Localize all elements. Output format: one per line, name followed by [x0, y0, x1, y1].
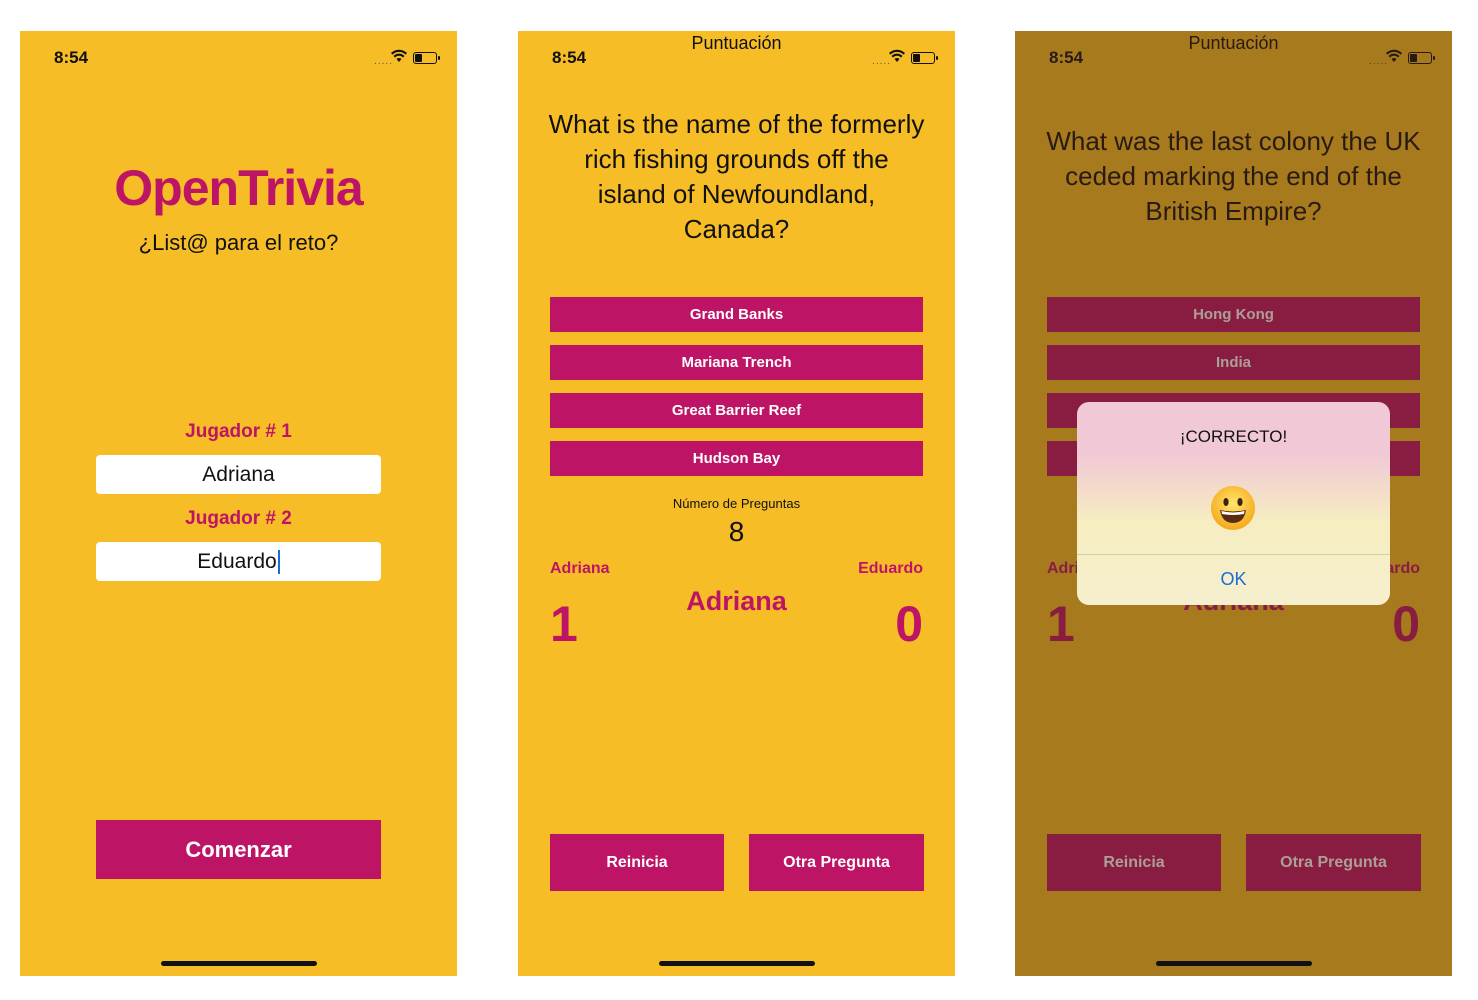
player1-score: 1: [550, 596, 578, 652]
start-screen: 8:54 ..... OpenTrivia ¿List@ para el ret…: [20, 31, 457, 976]
question-count-label: Número de Preguntas: [672, 496, 801, 511]
status-icons: .....: [861, 49, 941, 67]
battery-icon: [911, 52, 938, 64]
answer-button[interactable]: Grand Banks: [550, 297, 923, 332]
player2-score: 0: [895, 596, 923, 652]
question-count-value: 8: [728, 516, 745, 547]
next-question-button[interactable]: Otra Pregunta: [749, 834, 924, 891]
question-screen: Puntuación 8:54 ..... What is the name o…: [518, 31, 955, 976]
player2-label: Jugador # 2: [185, 508, 292, 529]
answer-button[interactable]: Great Barrier Reef: [550, 393, 923, 428]
home-indicator[interactable]: [1156, 961, 1312, 966]
status-icons: .....: [363, 49, 443, 67]
status-time: 8:54: [552, 48, 587, 67]
player1-input-value: Adriana: [202, 463, 275, 486]
wifi-icon: [889, 49, 905, 62]
current-player: Adriana: [686, 586, 787, 616]
app-subtitle: ¿List@ para el reto?: [138, 230, 339, 255]
player1-input[interactable]: Adriana: [96, 455, 381, 494]
question-text: What is the name of the formerly rich fi…: [548, 109, 925, 244]
alert-title: ¡CORRECTO!: [1179, 427, 1288, 446]
text-caret: [277, 550, 280, 575]
player2-input[interactable]: Eduardo: [96, 542, 381, 581]
answer-button[interactable]: Mariana Trench: [550, 345, 923, 380]
result-alert: ¡CORRECTO! OK: [1077, 402, 1390, 605]
player2-input-value: Eduardo: [197, 550, 277, 573]
status-time: 8:54: [54, 48, 89, 67]
answer-button[interactable]: Hudson Bay: [550, 441, 923, 476]
alert-ok-button[interactable]: OK: [1077, 554, 1390, 605]
home-indicator[interactable]: [161, 961, 317, 966]
app-title: OpenTrivia: [114, 160, 363, 216]
player1-label: Jugador # 1: [185, 421, 292, 442]
player2-name: Eduardo: [858, 560, 923, 577]
battery-icon: [413, 52, 440, 64]
player1-name: Adriana: [550, 560, 610, 577]
smiley-face-icon: [1211, 486, 1255, 530]
reset-button[interactable]: Reinicia: [550, 834, 724, 891]
answer-result-screen: Puntuación 8:54 ..... What was the last …: [1015, 31, 1452, 976]
home-indicator[interactable]: [659, 961, 815, 966]
wifi-icon: [391, 49, 407, 62]
start-button[interactable]: Comenzar: [96, 820, 381, 879]
